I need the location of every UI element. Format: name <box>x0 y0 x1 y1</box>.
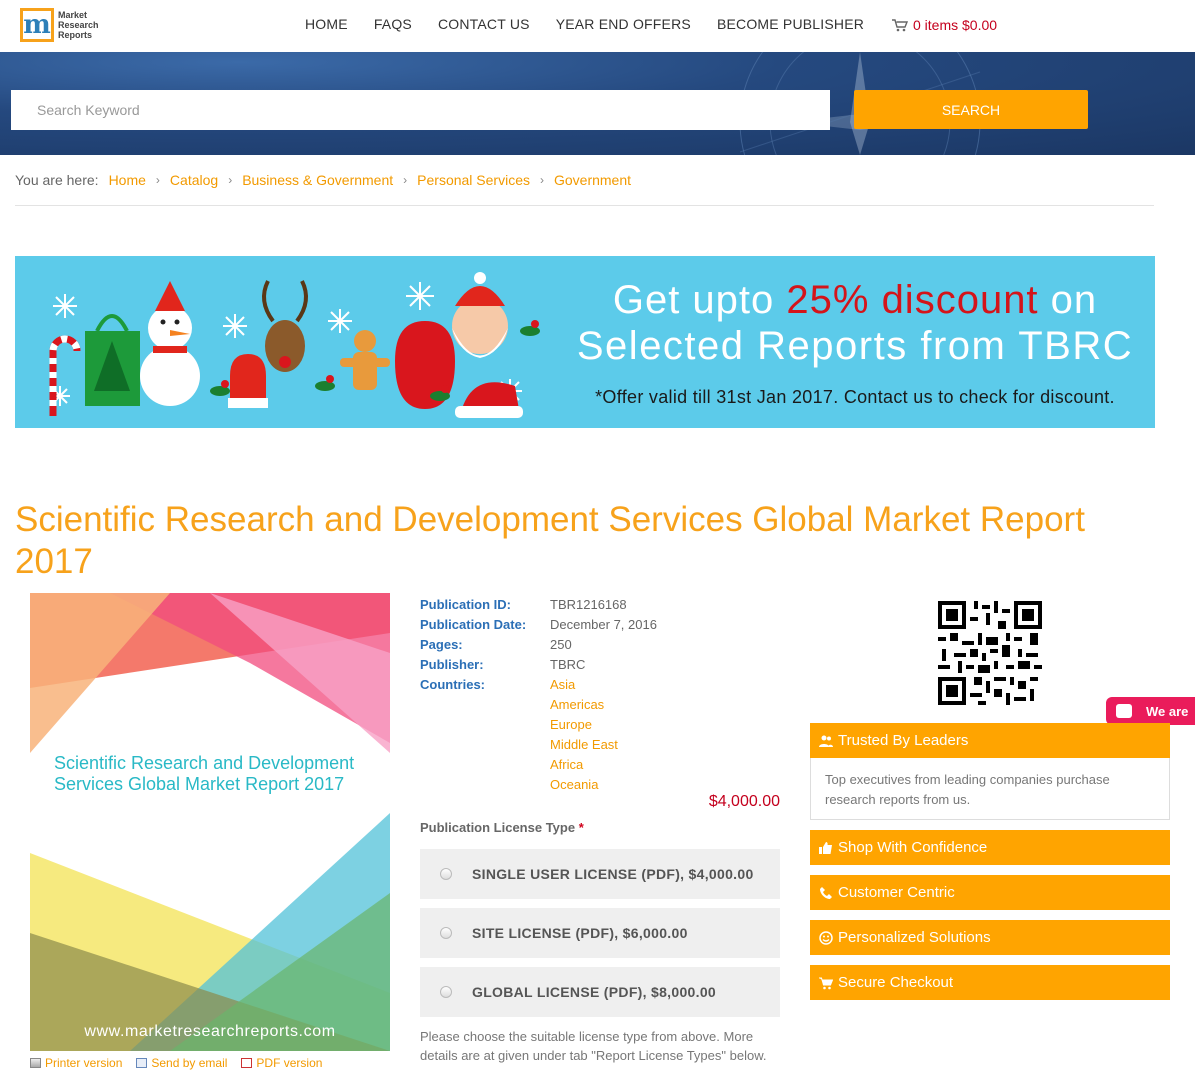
trusted-by-leaders-body: Top executives from leading companies pu… <box>810 758 1170 820</box>
required-mark: * <box>578 820 584 835</box>
logo-text: Market Research Reports <box>58 10 99 40</box>
license-radio[interactable] <box>440 986 452 998</box>
cart-icon <box>892 18 908 31</box>
customer-centric-header[interactable]: Customer Centric <box>810 875 1170 910</box>
country-item[interactable]: Africa <box>550 755 618 775</box>
pdf-version-link[interactable]: PDF version <box>241 1056 322 1070</box>
phone-icon <box>819 886 833 900</box>
chevron-right-icon: › <box>539 173 544 187</box>
nav-become-publisher[interactable]: BECOME PUBLISHER <box>717 16 864 32</box>
promo-headline: Get upto 25% discount on <box>612 278 1098 322</box>
cover-url: www.marketresearchreports.com <box>84 1023 336 1040</box>
promo-banner[interactable]: Get upto 25% discount on Selected Report… <box>15 256 1155 428</box>
license-note: Please choose the suitable license type … <box>420 1029 767 1063</box>
page-title: Scientific Research and Development Serv… <box>15 500 1085 581</box>
promo-discount: 25% discount <box>786 278 1039 322</box>
country-item[interactable]: Americas <box>550 695 618 715</box>
license-radio[interactable] <box>440 927 452 939</box>
chevron-right-icon: › <box>228 173 233 187</box>
report-tools: Printer version Send by email PDF versio… <box>30 1056 336 1070</box>
license-option-single-user[interactable]: SINGLE USER LICENSE (PDF), $4,000.00 <box>420 849 780 899</box>
cover-artwork <box>30 593 390 1051</box>
cart-link[interactable]: 0 items $0.00 <box>892 17 997 33</box>
trusted-by-leaders-header[interactable]: Trusted By Leaders <box>810 723 1170 758</box>
chevron-right-icon: › <box>155 173 160 187</box>
cart-summary: 0 items $0.00 <box>913 17 998 33</box>
users-icon <box>819 734 833 748</box>
search-input[interactable] <box>11 90 830 130</box>
printer-icon <box>30 1058 41 1068</box>
cart-icon <box>819 976 834 990</box>
site-logo[interactable]: m Market Research Reports <box>20 5 102 45</box>
license-radio[interactable] <box>440 868 452 880</box>
license-option-global[interactable]: GLOBAL LICENSE (PDF), $8,000.00 <box>420 967 780 1017</box>
smile-icon <box>819 930 833 945</box>
shop-with-confidence-header[interactable]: Shop With Confidence <box>810 830 1170 865</box>
personalized-solutions-header[interactable]: Personalized Solutions <box>810 920 1170 955</box>
breadcrumb: You are here: Home › Catalog › Business … <box>15 172 631 188</box>
nav-year-end-offers[interactable]: YEAR END OFFERS <box>556 16 691 32</box>
promo-subheadline: Selected Reports from TBRC <box>576 324 1134 368</box>
printer-version-link[interactable]: Printer version <box>30 1056 122 1070</box>
nav-faqs[interactable]: FAQS <box>374 16 412 32</box>
christmas-illustration <box>49 272 540 418</box>
report-price: $4,000.00 <box>708 793 780 810</box>
live-chat-tab[interactable]: We are <box>1106 697 1195 725</box>
send-by-email-link[interactable]: Send by email <box>136 1056 227 1070</box>
search-button[interactable]: SEARCH <box>854 90 1088 129</box>
logo-mark: m <box>20 8 54 42</box>
breadcrumb-business-government[interactable]: Business & Government <box>242 172 393 188</box>
promo-validity: *Offer valid till 31st Jan 2017. Contact… <box>595 387 1115 407</box>
breadcrumb-divider <box>15 205 1154 206</box>
search-banner: SEARCH <box>0 52 1195 155</box>
breadcrumb-home[interactable]: Home <box>109 172 146 188</box>
chat-icon <box>1116 704 1132 718</box>
license-type-label: Publication License Type * <box>420 820 584 835</box>
breadcrumb-label: You are here: <box>15 172 99 188</box>
report-details: Publication ID: TBR1216168 Publication D… <box>420 595 657 792</box>
nav-home[interactable]: HOME <box>305 16 348 32</box>
country-item[interactable]: Oceania <box>550 775 618 795</box>
license-option-site[interactable]: SITE LICENSE (PDF), $6,000.00 <box>420 908 780 958</box>
breadcrumb-personal-services[interactable]: Personal Services <box>417 172 530 188</box>
pdf-icon <box>241 1058 253 1068</box>
qr-code <box>938 601 1042 705</box>
chevron-right-icon: › <box>403 173 408 187</box>
secure-checkout-header[interactable]: Secure Checkout <box>810 965 1170 1000</box>
detail-publication-date: Publication Date: December 7, 2016 <box>420 617 657 632</box>
site-header: m Market Research Reports HOME FAQS CONT… <box>0 0 1195 52</box>
nav-contact-us[interactable]: CONTACT US <box>438 16 530 32</box>
main-nav: HOME FAQS CONTACT US YEAR END OFFERS BEC… <box>292 16 877 32</box>
cover-title: Scientific Research and Development Serv… <box>54 753 355 794</box>
detail-publisher: Publisher: TBRC <box>420 657 586 672</box>
breadcrumb-government[interactable]: Government <box>554 172 631 188</box>
country-item[interactable]: Europe <box>550 715 618 735</box>
country-item[interactable]: Asia <box>550 675 618 695</box>
detail-pages: Pages: 250 <box>420 637 572 652</box>
country-item[interactable]: Middle East <box>550 735 618 755</box>
email-icon <box>136 1058 148 1068</box>
breadcrumb-catalog[interactable]: Catalog <box>170 172 218 188</box>
report-cover-image: Scientific Research and Development Serv… <box>30 593 390 1051</box>
thumbs-up-icon <box>819 841 833 855</box>
detail-countries: Countries: Asia Americas Europe Middle E… <box>420 675 657 792</box>
detail-publication-id: Publication ID: TBR1216168 <box>420 597 627 612</box>
countries-list: Asia Americas Europe Middle East Africa … <box>550 675 618 792</box>
